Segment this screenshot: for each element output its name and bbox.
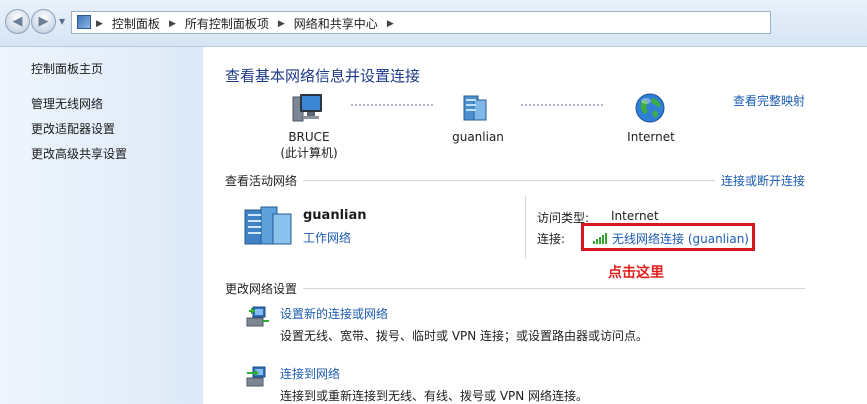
- network-type-link[interactable]: 工作网络: [303, 229, 351, 246]
- forward-arrow-icon: ▶: [38, 14, 49, 29]
- sidebar-item-advanced-sharing[interactable]: 更改高级共享设置: [31, 145, 127, 162]
- section-divider: [225, 288, 805, 289]
- new-connection-icon[interactable]: [245, 304, 271, 330]
- chevron-right-icon[interactable]: ▶: [96, 19, 103, 29]
- page-title: 查看基本网络信息并设置连接: [225, 67, 421, 85]
- map-node-internet-name: Internet: [627, 130, 675, 144]
- task-new-connection-desc: 设置无线、宽带、拨号、临时或 VPN 连接；或设置路由器或访问点。: [280, 329, 649, 343]
- connect-disconnect-link[interactable]: 连接或断开连接: [714, 172, 805, 189]
- address-bar: ◀ ▶ ▼ ▶ 控制面板 ▶ 所有控制面板项 ▶ 网络和共享中心 ▶: [0, 0, 867, 47]
- map-node-network[interactable]: guanlian: [443, 129, 513, 145]
- task-connect-network-link[interactable]: 连接到网络: [280, 365, 340, 382]
- computer-icon: [292, 94, 322, 122]
- forward-button[interactable]: ▶: [31, 9, 56, 34]
- back-arrow-icon: ◀: [12, 14, 23, 29]
- map-node-computer[interactable]: BRUCE (此计算机): [275, 129, 343, 161]
- work-network-icon[interactable]: [243, 204, 293, 246]
- breadcrumb-item-control-panel[interactable]: 控制面板: [112, 15, 160, 32]
- breadcrumb-item-network-center[interactable]: 网络和共享中心: [294, 15, 378, 32]
- sidebar-item-control-panel-home[interactable]: 控制面板主页: [31, 60, 103, 77]
- globe-icon: [635, 93, 665, 123]
- active-network-name: guanlian: [303, 208, 367, 223]
- map-connector: [351, 104, 433, 106]
- back-button[interactable]: ◀: [5, 9, 30, 34]
- map-node-computer-name: BRUCE: [288, 130, 330, 144]
- main-content: 查看基本网络信息并设置连接 查看完整映射 BRUCE (此计算机) guanli…: [203, 47, 867, 404]
- chevron-right-icon[interactable]: ▶: [387, 19, 394, 29]
- highlight-box: [581, 223, 755, 251]
- vertical-divider: [525, 196, 526, 259]
- change-settings-label: 更改网络设置: [225, 280, 304, 297]
- task-connect-network-desc: 连接到或重新连接到无线、有线、拨号或 VPN 网络连接。: [280, 389, 589, 403]
- sidebar-item-manage-wireless[interactable]: 管理无线网络: [31, 95, 103, 112]
- connect-network-icon[interactable]: [245, 364, 271, 390]
- map-node-computer-sub: (此计算机): [280, 146, 338, 160]
- control-panel-icon: [77, 15, 91, 29]
- connection-label: 连接:: [537, 232, 566, 246]
- active-networks-header: 查看活动网络 连接或断开连接: [225, 172, 805, 189]
- sidebar-item-adapter-settings[interactable]: 更改适配器设置: [31, 120, 115, 137]
- sidebar: 控制面板主页 管理无线网络 更改适配器设置 更改高级共享设置: [0, 47, 203, 404]
- chevron-right-icon[interactable]: ▶: [278, 19, 285, 29]
- access-type-value: Internet: [611, 209, 659, 223]
- click-here-annotation: 点击这里: [608, 265, 664, 281]
- active-networks-label: 查看活动网络: [225, 172, 304, 189]
- full-map-link[interactable]: 查看完整映射: [733, 92, 805, 109]
- breadcrumb-item-all-items[interactable]: 所有控制面板项: [185, 15, 269, 32]
- network-icon: [463, 95, 487, 121]
- breadcrumb[interactable]: ▶ 控制面板 ▶ 所有控制面板项 ▶ 网络和共享中心 ▶: [71, 11, 771, 34]
- map-connector: [521, 104, 603, 106]
- map-node-internet[interactable]: Internet: [615, 129, 687, 145]
- recent-pages-dropdown-icon[interactable]: ▼: [59, 17, 65, 26]
- chevron-right-icon[interactable]: ▶: [169, 19, 176, 29]
- map-node-network-name: guanlian: [452, 130, 504, 144]
- task-new-connection-link[interactable]: 设置新的连接或网络: [280, 305, 388, 322]
- change-settings-header: 更改网络设置: [225, 280, 805, 297]
